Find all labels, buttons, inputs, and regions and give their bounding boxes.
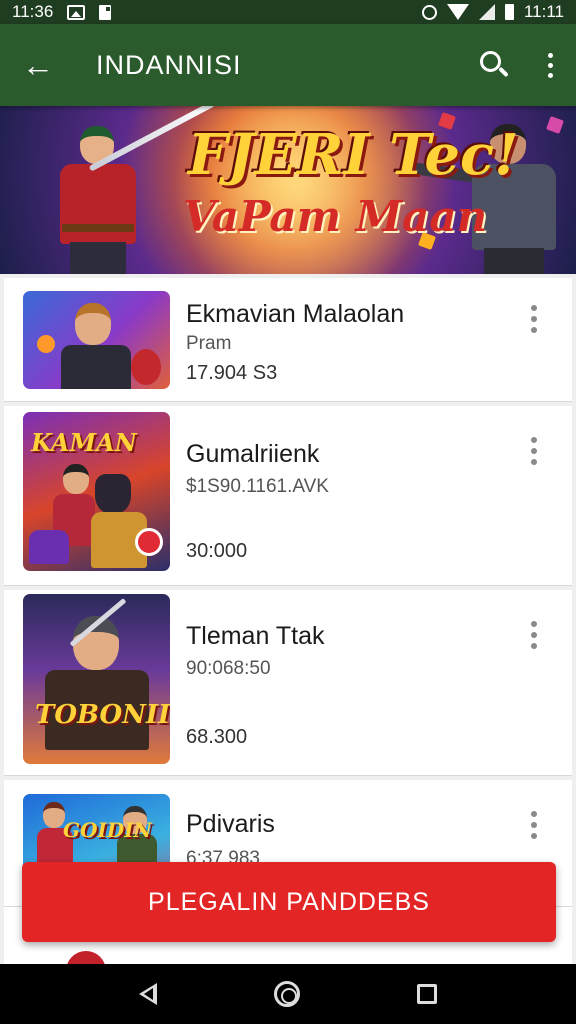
overflow-menu-button[interactable] — [542, 45, 558, 85]
more-vert-icon — [547, 52, 553, 58]
system-nav-bar — [0, 964, 576, 1024]
item-title: Gumalriienk — [186, 440, 320, 468]
status-right: 11:11 — [421, 2, 564, 22]
item-thumbnail — [66, 951, 106, 964]
item-menu-button[interactable] — [526, 302, 542, 336]
item-menu-button[interactable] — [526, 434, 542, 468]
app-bar: ← INDANNISI — [0, 24, 576, 106]
list-item[interactable]: TOBONIIS Tleman Ttak 90:068:50 68.300 — [4, 590, 572, 776]
search-button[interactable] — [474, 45, 514, 85]
nav-back-icon[interactable] — [138, 983, 157, 1005]
wifi-icon — [446, 4, 469, 20]
more-vert-icon — [531, 437, 537, 443]
status-bar: 11:36 11:11 — [0, 0, 576, 24]
more-vert-icon — [531, 621, 537, 627]
item-subtitle: Pram — [186, 333, 232, 354]
item-title: Pdivaris — [186, 810, 275, 838]
nav-recents-icon[interactable] — [417, 984, 438, 1004]
list-item[interactable]: KAMAN Gumalriienk $1S90.1161.AVK 30:000 — [4, 406, 572, 586]
item-title: Tleman Ttak — [186, 622, 325, 650]
status-left: 11:36 — [12, 2, 112, 22]
alarm-icon — [421, 4, 437, 20]
document-notification-icon — [99, 4, 112, 20]
item-thumbnail — [23, 291, 170, 389]
item-subtitle: 90:068:50 — [186, 658, 271, 679]
more-vert-icon — [531, 811, 537, 817]
item-thumbnail: TOBONIIS — [23, 594, 170, 764]
image-notification-icon — [67, 4, 86, 20]
banner-hero-swordsman — [34, 114, 154, 274]
item-menu-button[interactable] — [526, 808, 542, 842]
thumbnail-logo: TOBONIIS — [35, 700, 170, 730]
promo-banner[interactable]: FJERI Tec! VaPam Maan — [0, 106, 576, 274]
more-vert-icon — [531, 305, 537, 311]
arrow-back-icon: ← — [22, 46, 54, 83]
item-menu-button[interactable] — [526, 618, 542, 652]
back-button[interactable]: ← — [18, 45, 58, 85]
signal-icon — [478, 4, 495, 20]
item-count: 68.300 — [186, 726, 248, 748]
item-subtitle: $1S90.1161.AVK — [186, 476, 329, 497]
item-title: Ekmavian Malaolan — [186, 300, 405, 328]
item-thumbnail: KAMAN — [23, 412, 170, 571]
page-title: INDANNISI — [96, 49, 242, 80]
item-count: 17.904 S3 — [186, 362, 278, 384]
game-list: Ekmavian Malaolan Pram 17.904 S3 KAMAN G… — [0, 274, 576, 964]
battery-icon — [504, 4, 514, 20]
item-count: 30:000 — [186, 540, 248, 562]
primary-action-button[interactable]: PLEGALIN PANDDEBS — [22, 862, 556, 942]
banner-title: FJERI Tec! — [188, 122, 519, 188]
list-item[interactable]: Ekmavian Malaolan Pram 17.904 S3 — [4, 278, 572, 402]
app-actions — [474, 45, 558, 85]
thumbnail-logo: GOIDIN — [63, 818, 152, 842]
status-time: 11:36 — [12, 2, 54, 21]
thumbnail-logo: KAMAN — [31, 428, 137, 457]
status-clock: 11:11 — [523, 2, 564, 21]
nav-home-icon[interactable] — [273, 981, 300, 1007]
banner-subtitle: VaPam Maan — [183, 192, 488, 241]
